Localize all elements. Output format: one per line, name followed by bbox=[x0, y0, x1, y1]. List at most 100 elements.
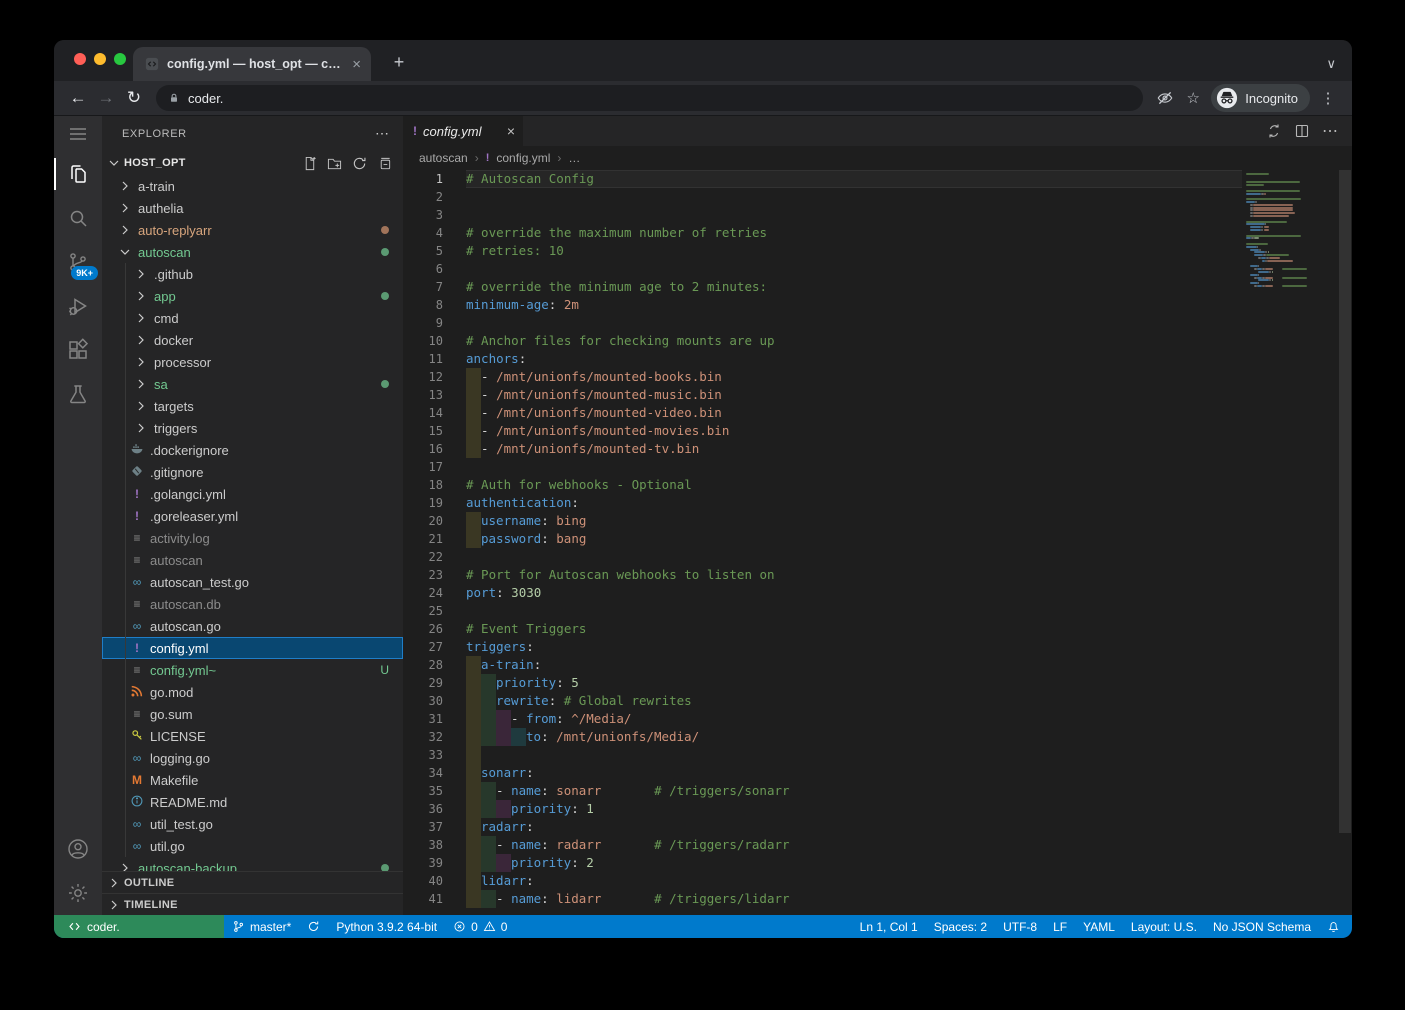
git-branch[interactable]: master* bbox=[224, 915, 299, 938]
collapse-all-icon[interactable] bbox=[375, 154, 393, 172]
tree-item-gitignore[interactable]: .gitignore bbox=[102, 461, 403, 483]
line-number[interactable]: 2 bbox=[403, 188, 443, 206]
tree-item-app[interactable]: app bbox=[102, 285, 403, 307]
code-line-11[interactable]: 11anchors: bbox=[403, 350, 1242, 368]
code-line-9[interactable]: 9 bbox=[403, 314, 1242, 332]
tree-item-autoscan[interactable]: ≡autoscan bbox=[102, 549, 403, 571]
code-line-10[interactable]: 10# Anchor files for checking mounts are… bbox=[403, 332, 1242, 350]
activity-run-debug[interactable] bbox=[54, 284, 102, 328]
line-number[interactable]: 8 bbox=[403, 296, 443, 314]
line-number[interactable]: 10 bbox=[403, 332, 443, 350]
line-number[interactable]: 1 bbox=[403, 170, 443, 188]
code-line-37[interactable]: 37radarr: bbox=[403, 818, 1242, 836]
activity-explorer[interactable] bbox=[54, 152, 102, 196]
minimize-window-button[interactable] bbox=[94, 53, 106, 65]
line-number[interactable]: 33 bbox=[403, 746, 443, 764]
code-line-32[interactable]: 32to: /mnt/unionfs/Media/ bbox=[403, 728, 1242, 746]
line-number[interactable]: 37 bbox=[403, 818, 443, 836]
code-line-1[interactable]: 1# Autoscan Config bbox=[403, 170, 1242, 188]
line-number[interactable]: 35 bbox=[403, 782, 443, 800]
tree-item-cmd[interactable]: cmd bbox=[102, 307, 403, 329]
line-number[interactable]: 18 bbox=[403, 476, 443, 494]
python-interpreter[interactable]: Python 3.9.2 64-bit bbox=[328, 915, 445, 938]
new-file-icon[interactable] bbox=[300, 154, 318, 172]
code-line-29[interactable]: 29priority: 5 bbox=[403, 674, 1242, 692]
editor-tab-config-yml[interactable]: ! config.yml × bbox=[403, 116, 523, 146]
tree-item-sa[interactable]: sa bbox=[102, 373, 403, 395]
sidebar-more-icon[interactable]: ⋯ bbox=[375, 125, 389, 142]
indentation[interactable]: Spaces: 2 bbox=[926, 915, 995, 938]
code-line-6[interactable]: 6 bbox=[403, 260, 1242, 278]
line-number[interactable]: 20 bbox=[403, 512, 443, 530]
code-line-22[interactable]: 22 bbox=[403, 548, 1242, 566]
tree-item-authelia[interactable]: authelia bbox=[102, 197, 403, 219]
tree-item-docker[interactable]: docker bbox=[102, 329, 403, 351]
code-line-21[interactable]: 21password: bang bbox=[403, 530, 1242, 548]
line-number[interactable]: 24 bbox=[403, 584, 443, 602]
tree-item-github[interactable]: .github bbox=[102, 263, 403, 285]
line-number[interactable]: 12 bbox=[403, 368, 443, 386]
code-line-30[interactable]: 30rewrite: # Global rewrites bbox=[403, 692, 1242, 710]
split-editor-icon[interactable] bbox=[1294, 123, 1310, 139]
tree-item-golangci-yml[interactable]: !.golangci.yml bbox=[102, 483, 403, 505]
code-line-5[interactable]: 5# retries: 10 bbox=[403, 242, 1242, 260]
line-number[interactable]: 31 bbox=[403, 710, 443, 728]
tree-item-auto-replyarr[interactable]: auto-replyarr bbox=[102, 219, 403, 241]
minimap[interactable] bbox=[1242, 170, 1338, 915]
tree-item-logging-go[interactable]: ∞logging.go bbox=[102, 747, 403, 769]
sync-changes[interactable] bbox=[299, 915, 328, 938]
line-number[interactable]: 29 bbox=[403, 674, 443, 692]
code-line-19[interactable]: 19authentication: bbox=[403, 494, 1242, 512]
code-line-25[interactable]: 25 bbox=[403, 602, 1242, 620]
browser-menu-icon[interactable]: ⋮ bbox=[1314, 84, 1342, 112]
line-number[interactable]: 14 bbox=[403, 404, 443, 422]
keyboard-layout[interactable]: Layout: U.S. bbox=[1123, 915, 1205, 938]
line-number[interactable]: 26 bbox=[403, 620, 443, 638]
code-line-33[interactable]: 33 bbox=[403, 746, 1242, 764]
tab-close-icon[interactable]: × bbox=[352, 57, 361, 72]
line-number[interactable]: 22 bbox=[403, 548, 443, 566]
line-number[interactable]: 25 bbox=[403, 602, 443, 620]
tree-item-autoscan-go[interactable]: ∞autoscan.go bbox=[102, 615, 403, 637]
line-number[interactable]: 34 bbox=[403, 764, 443, 782]
code-line-31[interactable]: 31- from: ^/Media/ bbox=[403, 710, 1242, 728]
tree-item-config-yml[interactable]: !config.yml bbox=[102, 637, 403, 659]
timeline-panel-header[interactable]: TIMELINE bbox=[102, 893, 403, 915]
activity-extensions[interactable] bbox=[54, 328, 102, 372]
tree-item-util-go[interactable]: ∞util.go bbox=[102, 835, 403, 857]
code-line-13[interactable]: 13- /mnt/unionfs/mounted-music.bin bbox=[403, 386, 1242, 404]
tree-item-processor[interactable]: processor bbox=[102, 351, 403, 373]
tab-search-chevron-icon[interactable]: ∨ bbox=[1326, 56, 1336, 72]
line-number[interactable]: 15 bbox=[403, 422, 443, 440]
line-number[interactable]: 32 bbox=[403, 728, 443, 746]
new-folder-icon[interactable] bbox=[325, 154, 343, 172]
bookmark-star-icon[interactable]: ☆ bbox=[1179, 84, 1207, 112]
activity-settings[interactable] bbox=[54, 871, 102, 915]
tree-item-autoscan[interactable]: autoscan bbox=[102, 241, 403, 263]
address-bar[interactable]: coder. bbox=[156, 85, 1143, 111]
line-number[interactable]: 30 bbox=[403, 692, 443, 710]
line-number[interactable]: 13 bbox=[403, 386, 443, 404]
activity-source-control[interactable]: 9K+ bbox=[54, 240, 102, 284]
zoom-window-button[interactable] bbox=[114, 53, 126, 65]
tree-item-config-yml[interactable]: ≡config.yml~U bbox=[102, 659, 403, 681]
line-number[interactable]: 41 bbox=[403, 890, 443, 908]
more-actions-icon[interactable]: ⋯ bbox=[1322, 121, 1338, 141]
tree-item-go-sum[interactable]: ≡go.sum bbox=[102, 703, 403, 725]
back-button[interactable]: ← bbox=[64, 84, 92, 112]
code-line-7[interactable]: 7# override the minimum age to 2 minutes… bbox=[403, 278, 1242, 296]
line-number[interactable]: 6 bbox=[403, 260, 443, 278]
line-number[interactable]: 16 bbox=[403, 440, 443, 458]
line-number[interactable]: 21 bbox=[403, 530, 443, 548]
scrollbar-slider[interactable] bbox=[1339, 170, 1351, 833]
code-line-14[interactable]: 14- /mnt/unionfs/mounted-video.bin bbox=[403, 404, 1242, 422]
breadcrumb-symbol[interactable]: … bbox=[568, 151, 580, 165]
line-number[interactable]: 4 bbox=[403, 224, 443, 242]
eye-off-icon[interactable] bbox=[1151, 84, 1179, 112]
activity-search[interactable] bbox=[54, 196, 102, 240]
tree-item-license[interactable]: LICENSE bbox=[102, 725, 403, 747]
forward-button[interactable]: → bbox=[92, 84, 120, 112]
browser-tab[interactable]: config.yml — host_opt — code × bbox=[133, 47, 371, 81]
activity-menu[interactable] bbox=[54, 116, 102, 152]
tree-item-dockerignore[interactable]: .dockerignore bbox=[102, 439, 403, 461]
